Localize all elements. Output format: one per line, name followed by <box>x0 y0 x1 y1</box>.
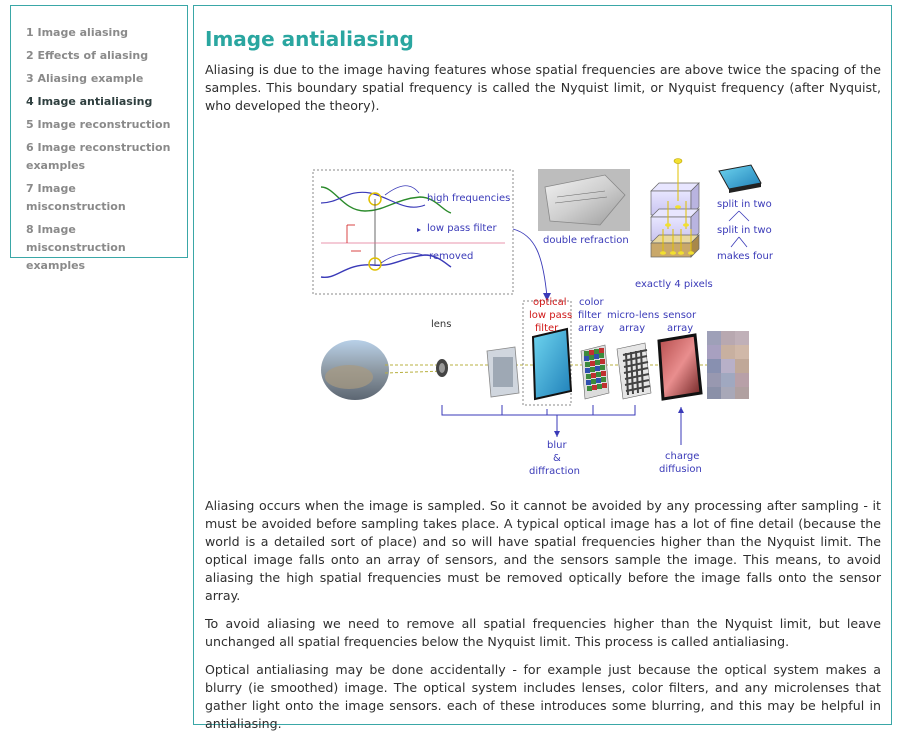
label-low-pass-filter: low pass filter <box>427 223 497 234</box>
label-diffusion: diffusion <box>659 464 702 475</box>
nav-item-image-misconstruction-examples[interactable]: 8 Image misconstruction examples <box>26 221 177 275</box>
label-filter-2: filter <box>578 310 602 321</box>
body-paragraph-3: Optical antialiasing may be done acciden… <box>205 662 881 731</box>
body-paragraph-2: To avoid aliasing we need to remove all … <box>205 616 881 649</box>
nav-item-image-aliasing[interactable]: 1 Image aliasing <box>26 24 177 42</box>
main-content: Image antialiasing Aliasing is due to th… <box>193 5 892 731</box>
label-color: color <box>579 297 605 308</box>
nav-item-image-reconstruction[interactable]: 5 Image reconstruction <box>26 116 177 134</box>
label-micro-lens: micro-lens <box>607 310 659 321</box>
label-blur: blur <box>547 440 567 451</box>
sidebar-nav: 1 Image aliasing 2 Effects of aliasing 3… <box>10 5 188 272</box>
label-split-in-two-1: split in two <box>717 199 772 210</box>
diagram-svg: high frequencies low pass filter removed… <box>312 158 774 477</box>
crystal-photo <box>538 169 630 231</box>
color-filter-array <box>580 344 610 400</box>
antialiasing-diagram: high frequencies low pass filter removed… <box>205 125 881 491</box>
sampled-output <box>707 331 749 399</box>
label-array-1: array <box>578 323 604 334</box>
label-high-frequencies: high frequencies <box>427 193 510 204</box>
label-optical: optical <box>533 297 567 308</box>
nav-item-image-reconstruction-examples[interactable]: 6 Image reconstruction examples <box>26 139 177 175</box>
page-title: Image antialiasing <box>205 27 414 51</box>
birefringent-plates <box>650 158 700 258</box>
frequency-graph <box>312 169 551 301</box>
body-paragraph-1: Aliasing occurs when the image is sample… <box>205 498 881 603</box>
label-charge: charge <box>665 451 699 462</box>
label-makes-four: makes four <box>717 251 774 262</box>
label-sensor: sensor <box>663 310 697 321</box>
label-removed: removed <box>429 251 473 262</box>
nav-item-image-misconstruction[interactable]: 7 Image misconstruction <box>26 180 177 216</box>
micro-lens-array <box>616 342 652 400</box>
intro-paragraph: Aliasing is due to the image having feat… <box>205 62 881 113</box>
label-filter: filter <box>535 323 559 334</box>
label-array-3: array <box>667 323 693 334</box>
label-array-2: array <box>619 323 645 334</box>
label-exactly-4-pixels: exactly 4 pixels <box>635 279 713 290</box>
nav-item-effects-of-aliasing[interactable]: 2 Effects of aliasing <box>26 47 177 65</box>
nav-item-aliasing-example[interactable]: 3 Aliasing example <box>26 70 177 88</box>
label-double-refraction: double refraction <box>543 235 629 246</box>
label-amp: & <box>553 453 561 464</box>
label-split-in-two-2: split in two <box>717 225 772 236</box>
label-lens: lens <box>431 319 451 330</box>
label-low-pass: low pass <box>529 310 572 321</box>
nav-item-image-antialiasing[interactable]: 4 Image antialiasing <box>26 93 177 111</box>
label-diffraction: diffraction <box>529 466 580 477</box>
